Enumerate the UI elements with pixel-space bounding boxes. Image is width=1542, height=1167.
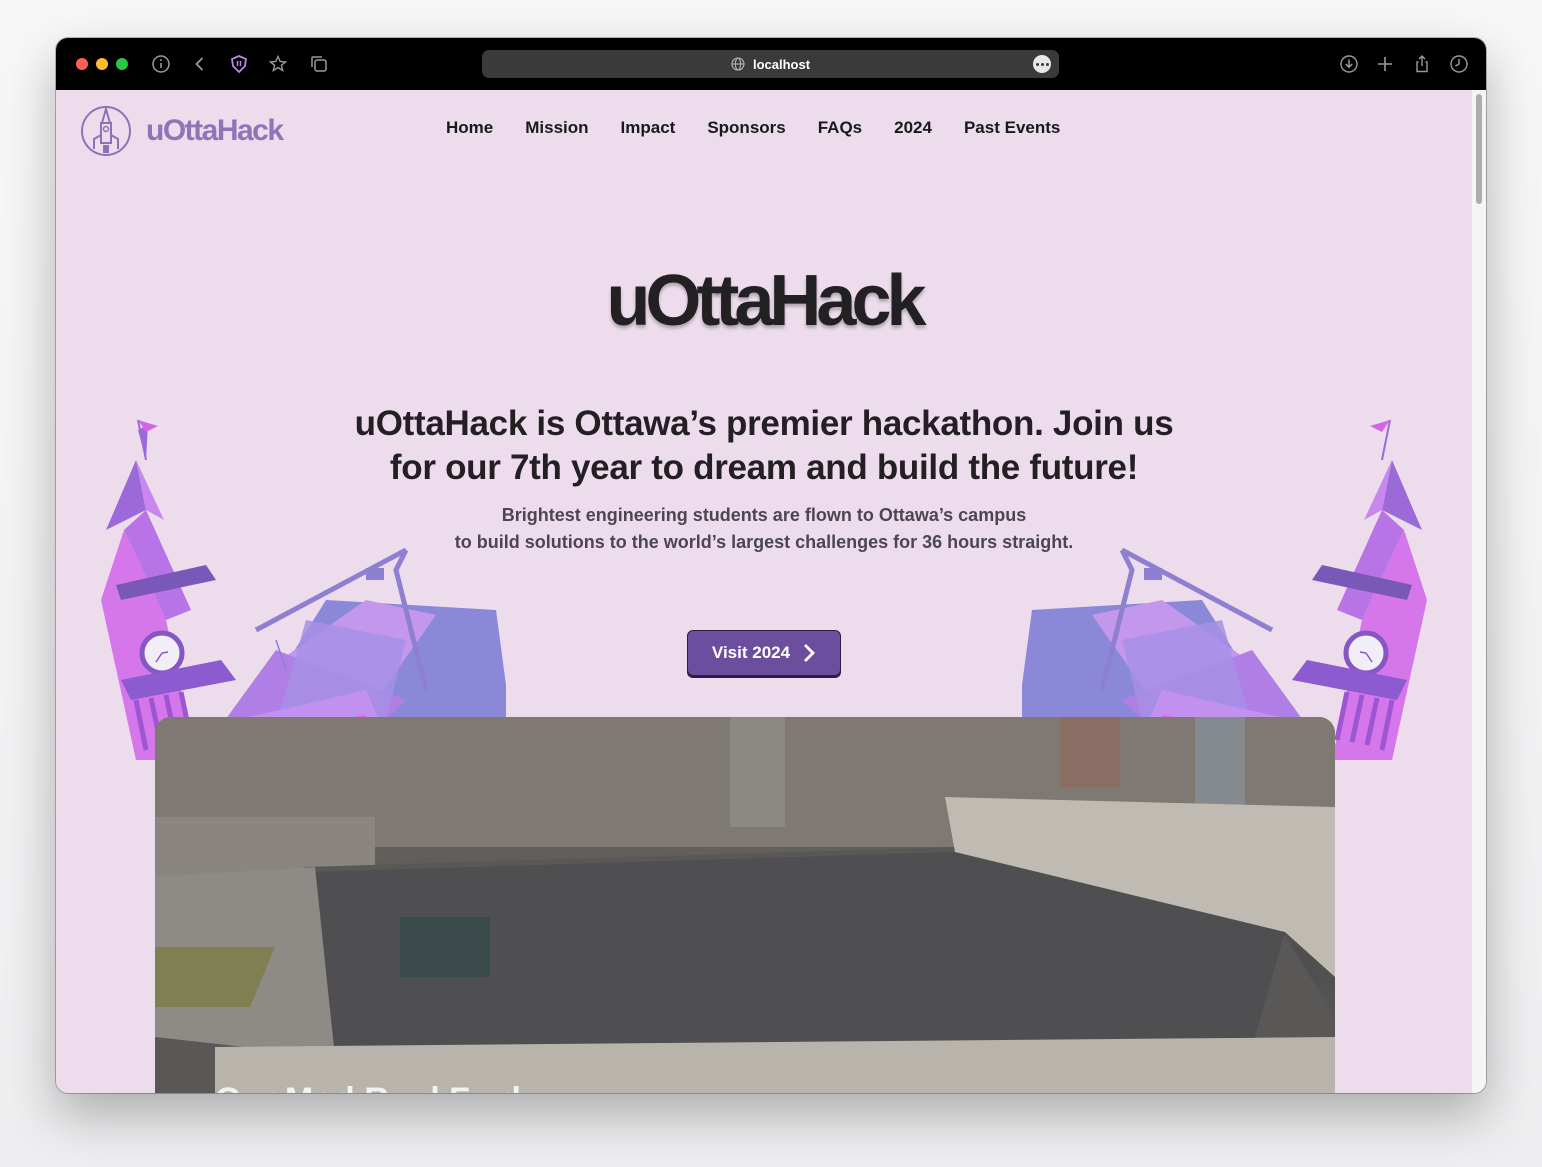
nav-impact[interactable]: Impact xyxy=(621,118,676,138)
info-icon[interactable] xyxy=(149,52,173,76)
nav-mission[interactable]: Mission xyxy=(525,118,588,138)
hero-subline: Brightest engineering students are flown… xyxy=(386,502,1142,556)
hero-subline-2: to build solutions to the world’s larges… xyxy=(454,532,1074,552)
zoom-window-button[interactable] xyxy=(116,58,128,70)
more-options-icon[interactable] xyxy=(1033,55,1051,73)
nav-faqs[interactable]: FAQs xyxy=(818,118,862,138)
nav-home[interactable]: Home xyxy=(446,118,493,138)
main-nav: Home Mission Impact Sponsors FAQs 2024 P… xyxy=(446,118,1060,138)
tabs-icon[interactable] xyxy=(307,52,331,76)
star-icon[interactable] xyxy=(266,52,290,76)
nav-2024[interactable]: 2024 xyxy=(894,118,932,138)
scrollbar-thumb[interactable] xyxy=(1476,94,1482,204)
hero-subline-1: Brightest engineering students are flown… xyxy=(501,505,1027,525)
hero-title: uOttaHack xyxy=(606,261,926,341)
url-text: localhost xyxy=(752,56,811,72)
minimize-window-button[interactable] xyxy=(96,58,108,70)
visit-2024-label: Visit 2024 xyxy=(711,643,791,662)
web-page: uOttaHack Home Mission Impact Sponsors F… xyxy=(56,90,1486,1093)
browser-toolbar: localhost xyxy=(56,38,1486,90)
hero-headline: uOttaHack is Ottawa’s premier hackathon.… xyxy=(354,404,1174,487)
close-window-button[interactable] xyxy=(76,58,88,70)
logo-text: uOttaHack xyxy=(146,114,284,147)
address-bar[interactable]: localhost xyxy=(482,50,1059,78)
nav-sponsors[interactable]: Sponsors xyxy=(707,118,785,138)
download-icon[interactable] xyxy=(1337,52,1361,76)
globe-icon xyxy=(731,57,745,71)
share-icon[interactable] xyxy=(1410,52,1434,76)
campus-video[interactable]: Our Mod Ru d Fu d xyxy=(155,717,1335,1093)
campus-aerial-photo xyxy=(155,717,1335,1093)
site-logo[interactable]: uOttaHack xyxy=(80,105,284,156)
peace-tower-logo-icon xyxy=(81,105,131,156)
chevron-right-icon xyxy=(804,644,816,662)
back-icon[interactable] xyxy=(188,52,212,76)
shield-extension-icon[interactable] xyxy=(227,52,251,76)
scrollbar-track[interactable] xyxy=(1472,90,1486,1093)
new-tab-icon[interactable] xyxy=(1373,52,1397,76)
video-caption: Our Mod Ru d Fu d xyxy=(215,1081,521,1093)
visit-2024-button[interactable]: Visit 2024 xyxy=(687,630,841,676)
nav-past-events[interactable]: Past Events xyxy=(964,118,1060,138)
history-icon[interactable] xyxy=(1447,52,1471,76)
browser-window: localhost uOttaHack Home Mission Impact … xyxy=(56,38,1486,1093)
